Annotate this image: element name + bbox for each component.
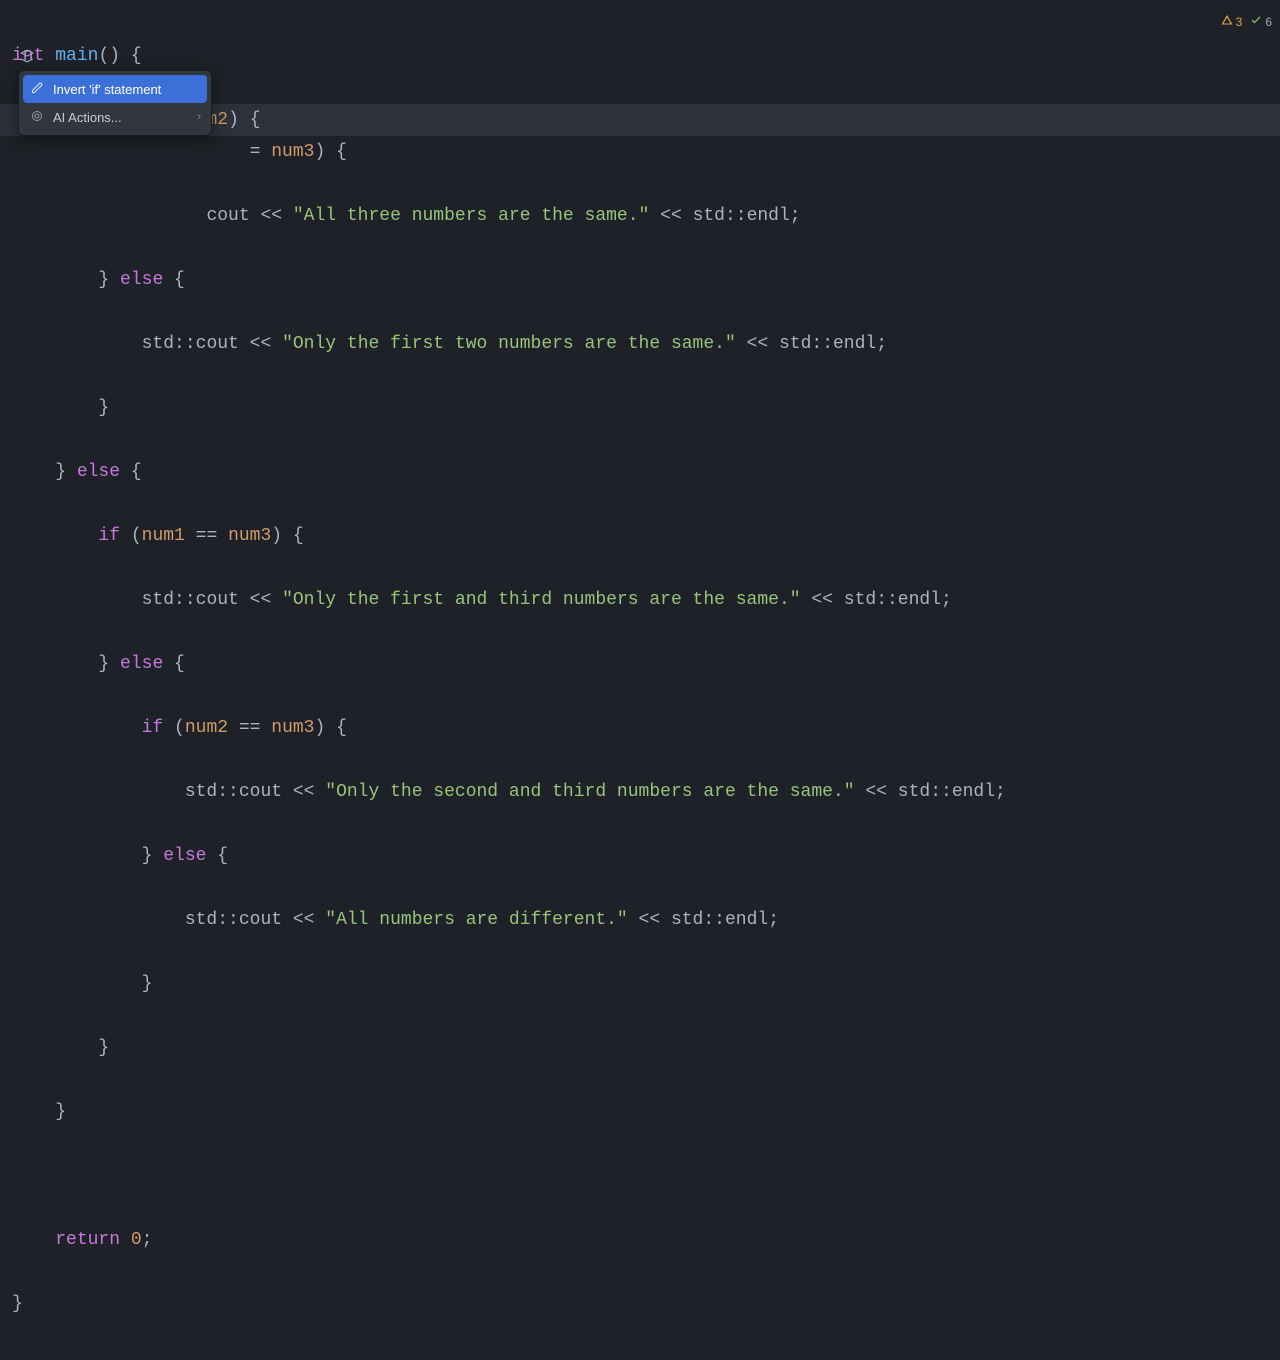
menu-item-label: Invert 'if' statement (53, 83, 161, 96)
code-line: } else { (12, 264, 1268, 296)
warnings-count: 3 (1236, 6, 1243, 38)
code-line: = num3) { (12, 136, 1268, 168)
code-line: std::cout << "Only the second and third … (12, 776, 1268, 808)
code-line: } (12, 392, 1268, 424)
menu-item-invert-if[interactable]: Invert 'if' statement (23, 75, 207, 103)
code-line: if (num2 == num3) { (12, 712, 1268, 744)
code-line: } else { (12, 456, 1268, 488)
checks-badge[interactable]: 6 (1250, 6, 1272, 38)
code-editor[interactable]: int main() { if (num1 == num2) { = num3)… (0, 0, 1280, 1360)
code-line (12, 1160, 1268, 1192)
warning-icon (1221, 6, 1233, 38)
code-line: } (12, 968, 1268, 1000)
context-menu: Invert 'if' statement AI Actions... › (18, 70, 212, 136)
code-line: std::cout << "All numbers are different.… (12, 904, 1268, 936)
warnings-badge[interactable]: 3 (1221, 6, 1243, 38)
code-line: int main() { (12, 40, 1268, 72)
code-line: } else { (12, 648, 1268, 680)
code-line: } (12, 1096, 1268, 1128)
code-line: } (12, 1032, 1268, 1064)
menu-item-ai-actions[interactable]: AI Actions... › (19, 103, 211, 131)
code-line: if (num1 == num3) { (12, 520, 1268, 552)
code-line: cout << "All three numbers are the same.… (12, 200, 1268, 232)
check-icon (1250, 6, 1262, 38)
checks-count: 6 (1265, 6, 1272, 38)
code-line: } (12, 1288, 1268, 1320)
menu-item-label: AI Actions... (53, 111, 122, 124)
code-line: } else { (12, 840, 1268, 872)
code-line: std::cout << "Only the first and third n… (12, 584, 1268, 616)
status-bar: 3 6 (1221, 6, 1272, 38)
chevron-right-icon: › (197, 112, 201, 123)
edit-icon (29, 82, 45, 96)
code-line: std::cout << "Only the first two numbers… (12, 328, 1268, 360)
code-line: return 0; (12, 1224, 1268, 1256)
ai-icon (29, 110, 45, 124)
